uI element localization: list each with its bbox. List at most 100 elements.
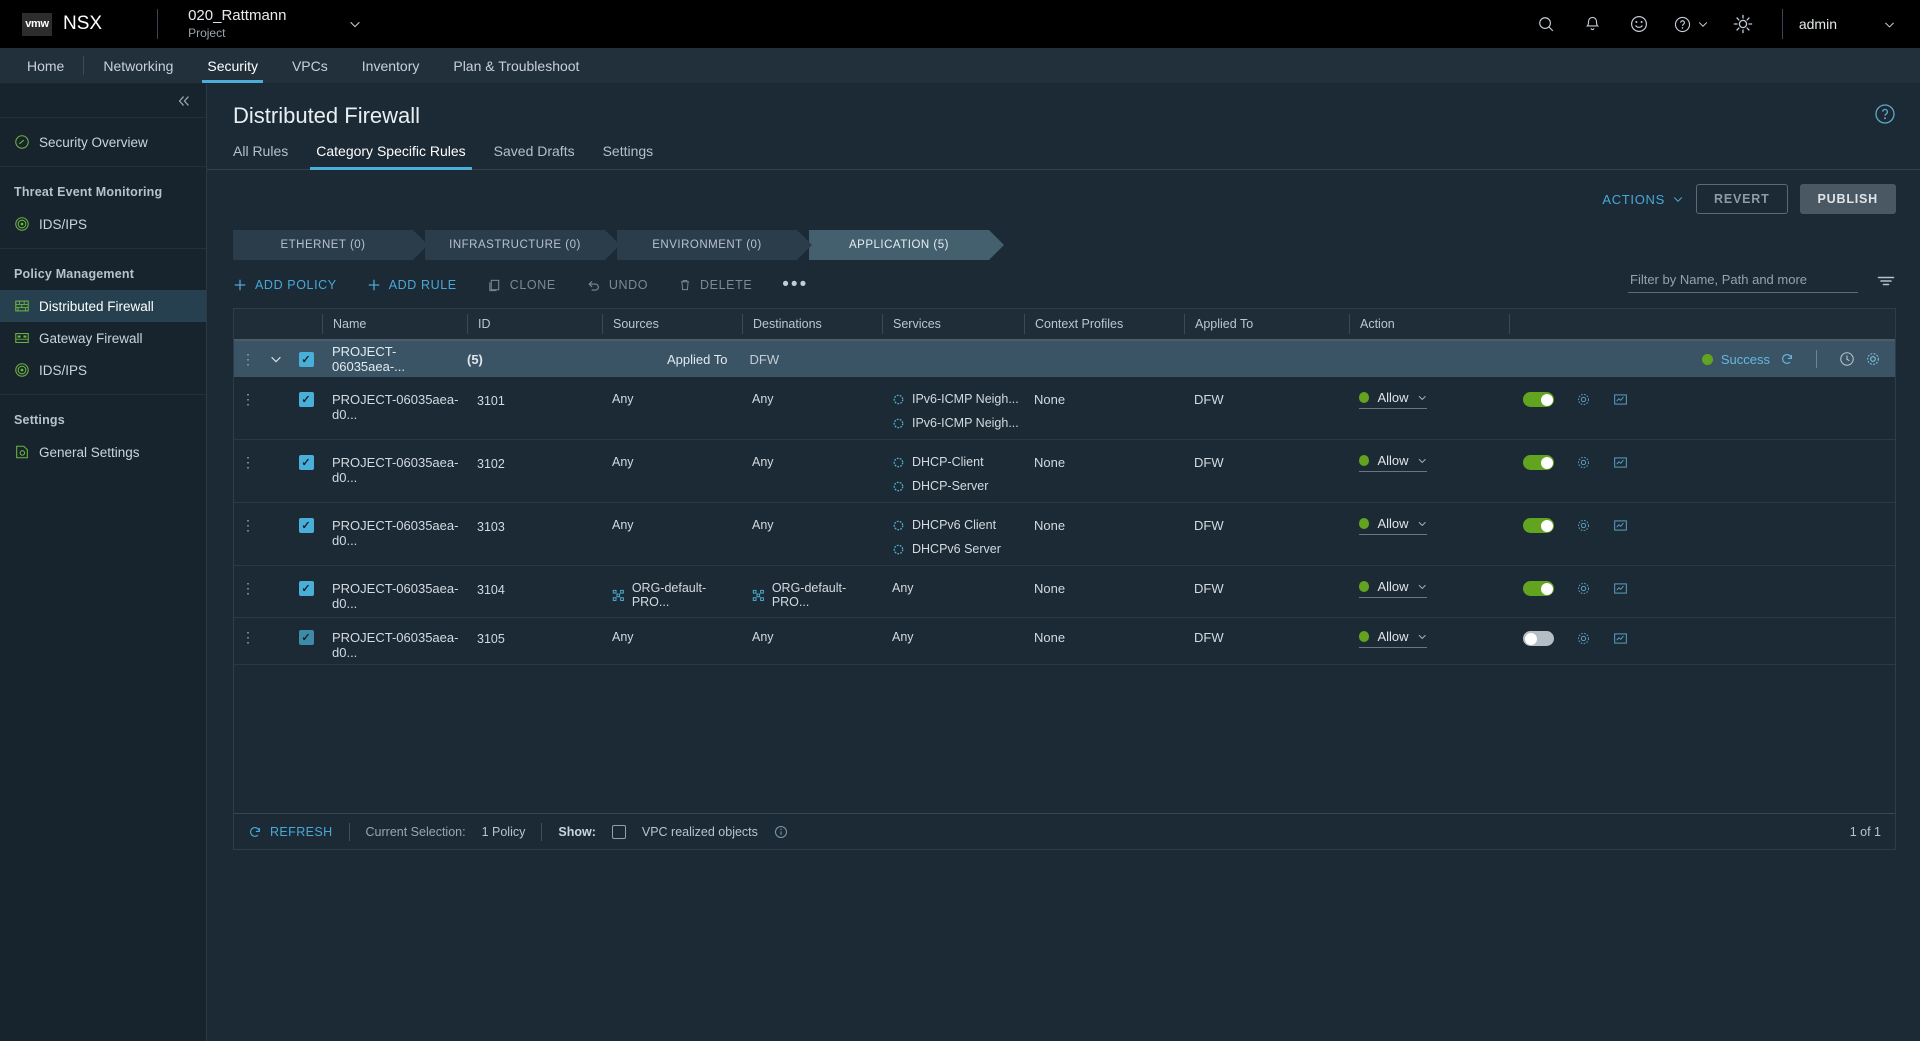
tab-saved-drafts[interactable]: Saved Drafts [480,143,589,169]
rule-settings-gear-icon[interactable] [1576,455,1591,470]
action-select[interactable]: Allow [1359,516,1427,535]
vpc-realized-objects-checkbox[interactable] [612,825,626,839]
policy-row[interactable]: ⋮ ✓ PROJECT-06035aea-... (5) Applied To … [234,341,1895,377]
kebab-menu-icon[interactable]: ⋮ [241,455,255,469]
page-help-icon[interactable] [1874,103,1896,130]
rule-stats-icon[interactable] [1613,455,1628,470]
policy-checkbox[interactable]: ✓ [290,352,322,367]
add-policy-button[interactable]: ADD POLICY [233,278,337,292]
rule-enable-toggle[interactable] [1523,581,1554,596]
rule-enable-toggle[interactable] [1523,518,1554,533]
category-tab-ethernet[interactable]: ETHERNET (0) [233,230,413,260]
nav-item-vpcs[interactable]: VPCs [275,48,345,83]
rule-action[interactable]: Allow [1349,566,1509,617]
table-row[interactable]: ⋮ ✓ PROJECT-06035aea-d0... 3104 ORG-defa… [234,566,1895,618]
filter-input[interactable] [1628,268,1858,293]
policy-expand-toggle[interactable] [262,352,290,366]
rule-drag-handle[interactable]: ⋮ [234,440,262,502]
rule-drag-handle[interactable]: ⋮ [234,618,262,664]
table-row[interactable]: ⋮ ✓ PROJECT-06035aea-d0... 3101 Any Any … [234,377,1895,440]
rule-action[interactable]: Allow [1349,440,1509,502]
help-icon[interactable] [1662,0,1720,48]
rule-settings-gear-icon[interactable] [1576,631,1591,646]
tab-settings[interactable]: Settings [589,143,668,169]
delete-button[interactable]: DELETE [678,278,752,292]
th-id[interactable]: ID [467,314,602,334]
kebab-menu-icon[interactable]: ⋮ [241,352,255,366]
th-applied-to[interactable]: Applied To [1184,314,1349,334]
category-tab-environment[interactable]: ENVIRONMENT (0) [617,230,797,260]
category-tab-application[interactable]: APPLICATION (5) [809,230,989,260]
rule-action[interactable]: Allow [1349,503,1509,565]
bell-icon[interactable] [1570,0,1616,48]
nav-item-home[interactable]: Home [10,48,81,83]
refresh-icon[interactable] [1780,352,1794,366]
rule-checkbox[interactable]: ✓ [290,503,322,565]
rule-enable-toggle[interactable] [1523,392,1554,407]
th-context-profiles[interactable]: Context Profiles [1024,314,1184,334]
kebab-menu-icon[interactable]: ⋮ [241,581,255,595]
rule-stats-icon[interactable] [1613,581,1628,596]
revert-button[interactable]: REVERT [1696,184,1788,214]
th-sources[interactable]: Sources [602,314,742,334]
refresh-button[interactable]: REFRESH [248,825,333,839]
add-rule-button[interactable]: ADD RULE [367,278,457,292]
tab-category-specific-rules[interactable]: Category Specific Rules [302,143,479,169]
rule-checkbox[interactable]: ✓ [290,377,322,439]
sidebar-item-distributed-firewall[interactable]: Distributed Firewall [0,290,206,322]
kebab-menu-icon[interactable]: ⋮ [241,630,255,644]
rule-settings-gear-icon[interactable] [1576,581,1591,596]
policy-settings-gear-icon[interactable] [1865,351,1881,367]
th-action[interactable]: Action [1349,314,1509,334]
actions-dropdown[interactable]: ACTIONS [1602,192,1684,207]
rule-enable-toggle[interactable] [1523,631,1554,646]
rule-drag-handle[interactable]: ⋮ [234,377,262,439]
policy-drag-handle[interactable]: ⋮ [234,352,262,366]
nav-item-inventory[interactable]: Inventory [345,48,437,83]
rule-settings-gear-icon[interactable] [1576,392,1591,407]
nav-item-plan-troubleshoot[interactable]: Plan & Troubleshoot [436,48,596,83]
category-tab-infrastructure[interactable]: INFRASTRUCTURE (0) [425,230,605,260]
th-destinations[interactable]: Destinations [742,314,882,334]
chevron-down-icon[interactable] [1883,18,1896,31]
rule-stats-icon[interactable] [1613,518,1628,533]
sidebar-item-security-overview[interactable]: Security Overview [0,126,206,158]
chevron-down-icon[interactable] [348,17,362,31]
nav-item-security[interactable]: Security [190,48,275,83]
search-icon[interactable] [1524,0,1570,48]
rule-drag-handle[interactable]: ⋮ [234,566,262,617]
sidebar-collapse-button[interactable] [0,84,206,118]
smiley-icon[interactable] [1616,0,1662,48]
publish-button[interactable]: PUBLISH [1800,184,1896,214]
sidebar-item-general-settings[interactable]: General Settings [0,436,206,468]
th-services[interactable]: Services [882,314,1024,334]
rule-settings-gear-icon[interactable] [1576,518,1591,533]
undo-button[interactable]: UNDO [586,278,648,293]
clone-button[interactable]: CLONE [487,278,556,293]
table-row[interactable]: ⋮ ✓ PROJECT-06035aea-d0... 3103 Any Any … [234,503,1895,566]
more-options-button[interactable]: ••• [782,274,808,296]
nav-item-networking[interactable]: Networking [86,48,190,83]
theme-sun-icon[interactable] [1720,0,1766,48]
rule-drag-handle[interactable]: ⋮ [234,503,262,565]
rule-checkbox[interactable]: ✓ [290,618,322,664]
filter-icon[interactable] [1876,273,1896,289]
user-menu[interactable]: admin [1799,16,1920,32]
tab-all-rules[interactable]: All Rules [233,143,302,169]
table-row[interactable]: ⋮ ✓ PROJECT-06035aea-d0... 3105 Any Any … [234,618,1895,665]
table-row[interactable]: ⋮ ✓ PROJECT-06035aea-d0... 3102 Any Any … [234,440,1895,503]
history-clock-icon[interactable] [1839,351,1855,367]
sidebar-item-policy-ids-ips[interactable]: IDS/IPS [0,354,206,386]
rule-checkbox[interactable]: ✓ [290,440,322,502]
rule-enable-toggle[interactable] [1523,455,1554,470]
kebab-menu-icon[interactable]: ⋮ [241,392,255,406]
action-select[interactable]: Allow [1359,453,1427,472]
action-select[interactable]: Allow [1359,390,1427,409]
kebab-menu-icon[interactable]: ⋮ [241,518,255,532]
sidebar-item-gateway-firewall[interactable]: Gateway Firewall [0,322,206,354]
sidebar-item-threat-ids-ips[interactable]: IDS/IPS [0,208,206,240]
rule-stats-icon[interactable] [1613,392,1628,407]
action-select[interactable]: Allow [1359,579,1427,598]
info-icon[interactable] [774,825,788,839]
project-selector[interactable]: 020_Rattmann Project [188,7,286,41]
